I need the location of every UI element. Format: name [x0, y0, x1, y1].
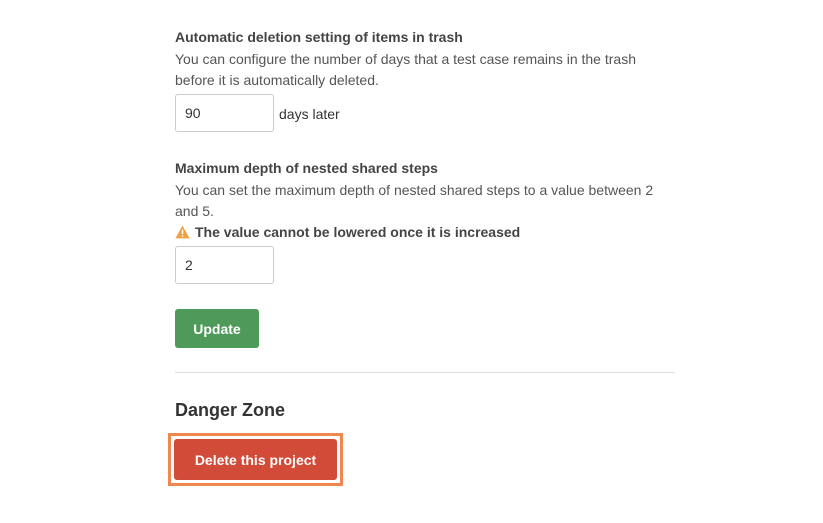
trash-days-suffix: days later: [279, 106, 340, 122]
warning-triangle-icon: [175, 225, 190, 239]
nested-depth-input[interactable]: [175, 246, 274, 284]
danger-zone-title: Danger Zone: [175, 400, 286, 420]
trash-setting-description: You can configure the number of days tha…: [175, 51, 636, 88]
delete-project-button[interactable]: Delete this project: [174, 439, 337, 480]
nested-steps-description: You can set the maximum depth of nested …: [175, 182, 654, 219]
trash-setting-title: Automatic deletion setting of items in t…: [175, 29, 463, 45]
nested-steps-title: Maximum depth of nested shared steps: [175, 160, 438, 176]
trash-days-input[interactable]: [175, 94, 274, 132]
warning-text: The value cannot be lowered once it is i…: [195, 224, 521, 240]
nested-steps-warning: The value cannot be lowered once it is i…: [175, 224, 520, 240]
update-button[interactable]: Update: [175, 309, 259, 348]
section-divider: [175, 372, 675, 373]
